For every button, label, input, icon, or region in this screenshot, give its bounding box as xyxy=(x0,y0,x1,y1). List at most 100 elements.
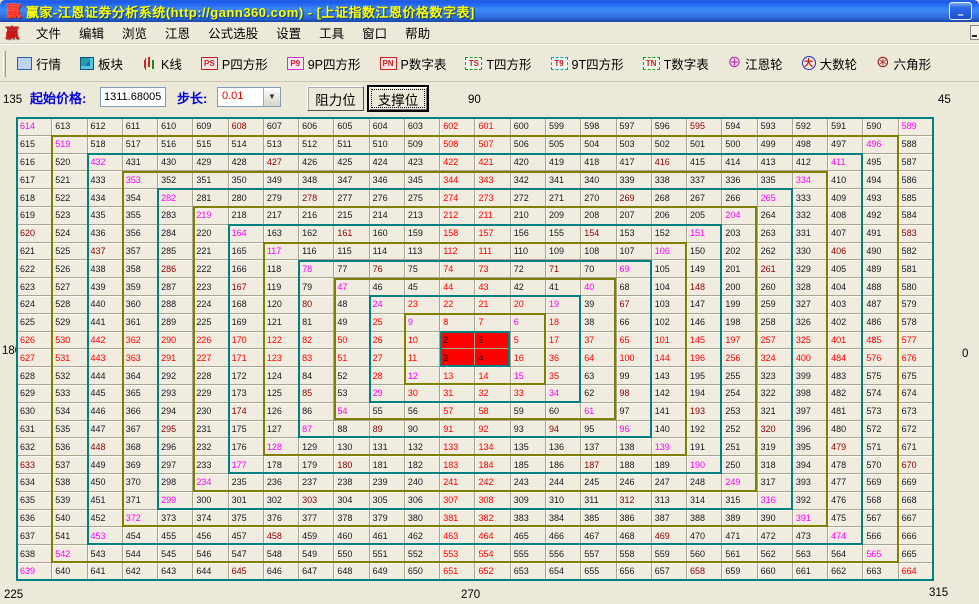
toolbar-button-行情[interactable]: 行情 xyxy=(14,52,64,75)
grid-cell: 134 xyxy=(475,438,510,456)
menu-item-公式选股[interactable]: 公式选股 xyxy=(199,21,267,44)
grid-cell: 1 xyxy=(475,331,510,349)
grid-cell: 540 xyxy=(52,509,87,527)
grid-cell: 577 xyxy=(898,331,933,349)
grid-cell: 553 xyxy=(440,545,475,563)
grid-cell: 345 xyxy=(404,171,439,189)
grid-cell: 517 xyxy=(122,135,157,153)
grid-cell: 120 xyxy=(263,295,298,313)
grid-cell: 151 xyxy=(687,224,722,242)
step-combobox[interactable]: 0.01 ▼ xyxy=(217,87,281,107)
grid-cell: 49 xyxy=(334,313,369,331)
resistance-button[interactable]: 阻力位 xyxy=(307,86,364,111)
grid-cell: 463 xyxy=(440,527,475,545)
grid-cell: 350 xyxy=(228,171,263,189)
grid-cell: 162 xyxy=(299,224,334,242)
grid-cell: 329 xyxy=(792,260,827,278)
grid-cell: 35 xyxy=(545,367,580,385)
grid-cell: 262 xyxy=(757,242,792,260)
minimize-button[interactable]: – xyxy=(949,2,972,20)
grid-cell: 23 xyxy=(404,295,439,313)
grid-cell: 45 xyxy=(404,278,439,296)
grid-cell: 53 xyxy=(334,384,369,402)
toolbar-button-P数字表[interactable]: PNP数字表 xyxy=(377,52,450,75)
grid-cell: 560 xyxy=(687,545,722,563)
toolbar-button-板块[interactable]: 板块 xyxy=(77,52,126,75)
grid-cell: 214 xyxy=(369,206,404,224)
toolbar-button-9P四方形[interactable]: P99P四方形 xyxy=(284,52,364,75)
menu-item-工具[interactable]: 工具 xyxy=(310,21,353,44)
toolbar-grip[interactable] xyxy=(3,51,6,77)
support-button[interactable]: 支撑位 xyxy=(367,85,429,112)
grid-cell: 50 xyxy=(334,331,369,349)
grid-cell: 428 xyxy=(228,153,263,171)
grid-cell: 207 xyxy=(616,206,651,224)
toolbar-button-P四方形[interactable]: PSP四方形 xyxy=(198,52,271,75)
menu-item-帮助[interactable]: 帮助 xyxy=(396,21,439,44)
grid-cell: 246 xyxy=(616,473,651,491)
grid-cell: 328 xyxy=(792,278,827,296)
grid-cell: 585 xyxy=(898,189,933,207)
grid-cell: 91 xyxy=(440,420,475,438)
menu-item-设置[interactable]: 设置 xyxy=(267,21,310,44)
toolbar-button-六角形[interactable]: ⊛六角形 xyxy=(873,52,934,75)
menu-item-浏览[interactable]: 浏览 xyxy=(113,21,156,44)
grid-cell: 457 xyxy=(228,527,263,545)
toolbar-button-9T四方形[interactable]: T99T四方形 xyxy=(548,52,627,75)
grid-cell: 460 xyxy=(334,527,369,545)
grid-cell: 558 xyxy=(616,545,651,563)
grid-cell: 76 xyxy=(369,260,404,278)
grid-cell: 155 xyxy=(545,224,580,242)
grid-cell: 546 xyxy=(193,545,228,563)
grid-cell: 108 xyxy=(581,242,616,260)
grid-cell: 365 xyxy=(122,384,157,402)
grid-cell: 419 xyxy=(545,153,580,171)
grid-cell: 309 xyxy=(510,491,545,509)
toolbar-button-T数字表[interactable]: TNT数字表 xyxy=(640,52,712,75)
grid-cell: 356 xyxy=(122,224,157,242)
grid-cell: 285 xyxy=(158,242,193,260)
grid-cell: 326 xyxy=(792,313,827,331)
menu-item-江恩[interactable]: 江恩 xyxy=(156,21,199,44)
start-price-input[interactable] xyxy=(100,87,166,107)
grid-cell: 301 xyxy=(228,491,263,509)
toolbar-button-K线[interactable]: K线 xyxy=(139,52,185,75)
toolbar-button-大数轮[interactable]: 大大数轮 xyxy=(799,52,861,75)
grid-cell: 297 xyxy=(158,456,193,474)
grid-cell: 357 xyxy=(122,242,157,260)
angle-label-225: 225 xyxy=(4,589,23,601)
grid-cell: 411 xyxy=(828,153,863,171)
menu-item-文件[interactable]: 文件 xyxy=(27,21,70,44)
grid-cell: 355 xyxy=(122,206,157,224)
menu-item-窗口[interactable]: 窗口 xyxy=(353,21,396,44)
grid-cell: 337 xyxy=(687,171,722,189)
grid-cell: 485 xyxy=(863,331,898,349)
grid-cell: 639 xyxy=(17,562,52,580)
grid-cell: 334 xyxy=(792,171,827,189)
grid-cell: 574 xyxy=(863,384,898,402)
grid-cell: 469 xyxy=(651,527,686,545)
p9-badge-icon: P9 xyxy=(287,57,304,70)
grid-cell: 274 xyxy=(440,189,475,207)
hexagon-icon: ⊛ xyxy=(876,56,889,70)
ts-badge-icon: TS xyxy=(465,57,482,70)
mdi-child-button[interactable] xyxy=(970,25,979,40)
grid-cell: 598 xyxy=(581,118,616,136)
grid-cell: 216 xyxy=(299,206,334,224)
grid-cell: 579 xyxy=(898,295,933,313)
chevron-down-icon[interactable]: ▼ xyxy=(263,88,280,106)
grid-cell: 412 xyxy=(792,153,827,171)
menu-item-编辑[interactable]: 编辑 xyxy=(70,21,113,44)
grid-cell: 290 xyxy=(158,331,193,349)
grid-cell: 64 xyxy=(581,349,616,367)
grid-cell: 346 xyxy=(369,171,404,189)
grid-cell: 253 xyxy=(722,402,757,420)
grid-cell: 54 xyxy=(334,402,369,420)
grid-cell: 435 xyxy=(87,206,122,224)
toolbar-button-江恩轮[interactable]: ⊕江恩轮 xyxy=(725,52,786,75)
grid-cell: 170 xyxy=(228,331,263,349)
grid-cell: 508 xyxy=(440,135,475,153)
grid-cell: 258 xyxy=(757,313,792,331)
toolbar-button-T四方形[interactable]: TST四方形 xyxy=(462,52,534,75)
grid-cell: 77 xyxy=(334,260,369,278)
